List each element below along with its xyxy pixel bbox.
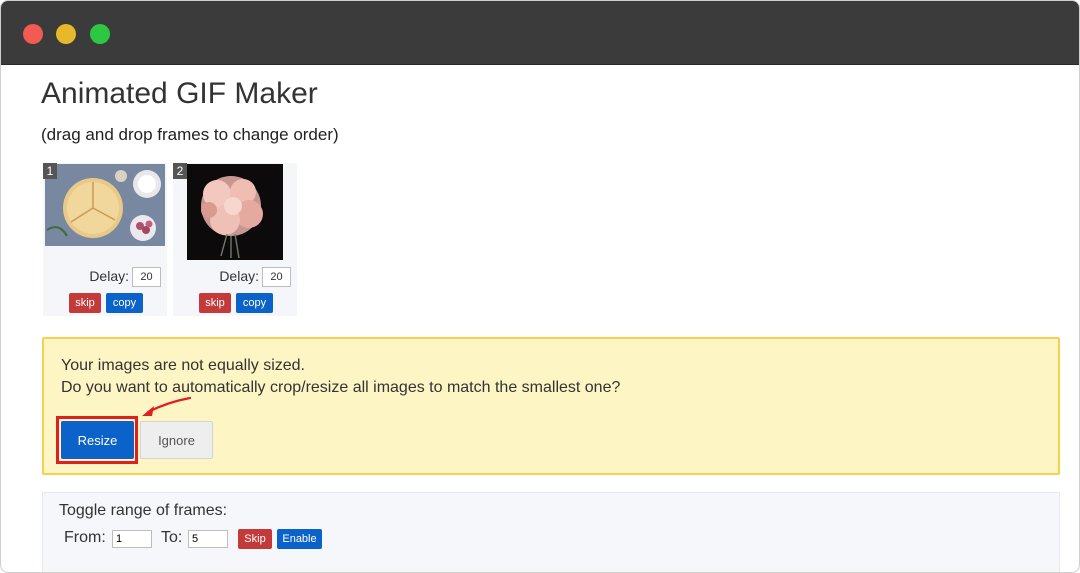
browser-window: Animated GIF Maker (drag and drop frames… [0,0,1080,573]
delay-row-2: Delay: 20 [173,267,297,287]
to-label: To: [161,529,183,546]
window-titlebar [1,1,1079,65]
minimize-window-button[interactable] [56,24,76,44]
page-subtitle: (drag and drop frames to change order) [41,125,339,144]
frame-card-1[interactable]: 1 Delay: 20 skip copy [43,163,167,316]
annotation-arrow-icon [142,396,192,416]
delay-label-1: Delay: [89,268,129,284]
frame-actions-2: skip copy [173,293,297,313]
copy-frame-button-2[interactable]: copy [236,293,273,313]
ignore-button[interactable]: Ignore [140,421,213,459]
frame-actions-1: skip copy [43,293,167,313]
skip-frame-button-2[interactable]: skip [199,293,231,313]
alert-message-line-1: Your images are not equally sized. [61,357,305,374]
delay-input-2[interactable]: 20 [262,267,291,287]
from-input[interactable]: 1 [112,530,152,548]
page-content: Animated GIF Maker (drag and drop frames… [1,65,1079,572]
frame-number-2: 2 [173,163,187,179]
frame-card-2[interactable]: 2 Delay: 20 skip copy [173,163,297,316]
copy-frame-button-1[interactable]: copy [106,293,143,313]
size-mismatch-alert: Your images are not equally sized. Do yo… [42,337,1060,475]
to-input[interactable]: 5 [188,530,228,548]
range-skip-button[interactable]: Skip [238,529,272,549]
skip-frame-button-1[interactable]: skip [69,293,101,313]
frame-number-1: 1 [43,163,57,179]
page-title: Animated GIF Maker [41,77,318,110]
delay-input-1[interactable]: 20 [132,267,161,287]
toggle-range-panel: Toggle range of frames: From: 1 To: 5 Sk… [42,492,1060,572]
close-window-button[interactable] [23,24,43,44]
frame-thumbnail-2 [187,164,283,260]
range-title: Toggle range of frames: [59,502,228,519]
maximize-window-button[interactable] [90,24,110,44]
from-label: From: [64,529,106,546]
pancake-photo-icon [45,164,165,246]
resize-button[interactable]: Resize [61,421,134,459]
range-enable-button[interactable]: Enable [277,529,322,549]
frame-thumbnail-1 [45,164,165,246]
pink-flower-photo-icon [187,164,283,260]
delay-row-1: Delay: 20 [43,267,167,287]
delay-label-2: Delay: [219,268,259,284]
